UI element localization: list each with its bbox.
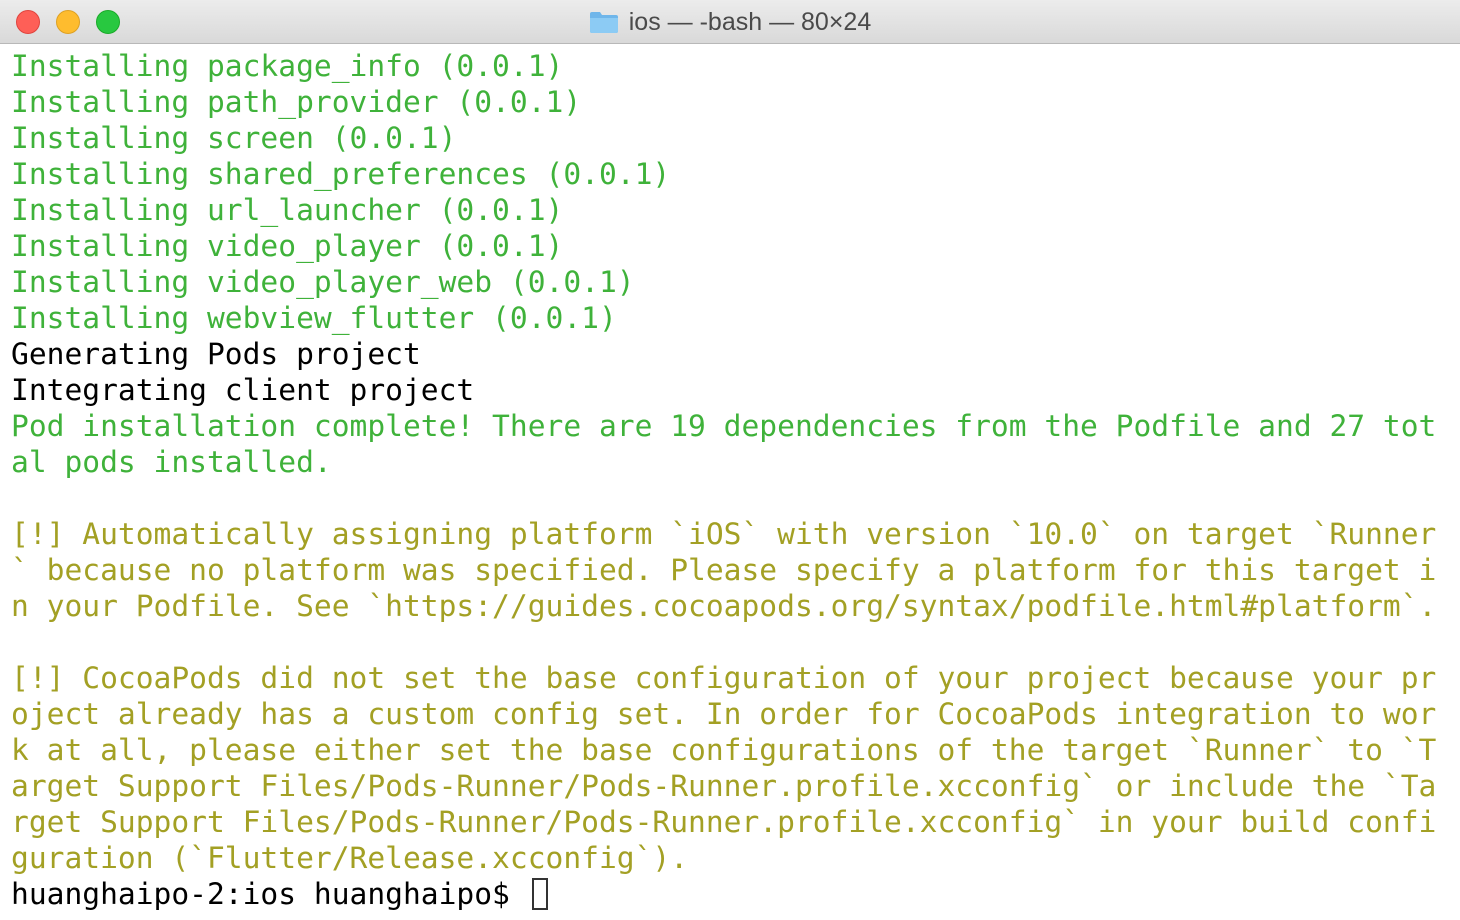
terminal-line: guration (`Flutter/Release.xcconfig`). (11, 841, 689, 875)
terminal-line: k at all, please either set the base con… (11, 733, 1437, 767)
window-title-area: ios — -bash — 80×24 (0, 0, 1460, 44)
terminal-line: Installing screen (0.0.1) (11, 121, 457, 155)
terminal-line: Installing video_player_web (0.0.1) (11, 265, 635, 299)
terminal-line: oject already has a custom config set. I… (11, 697, 1437, 731)
title-bar[interactable]: ios — -bash — 80×24 (0, 0, 1460, 44)
terminal-line: [!] CocoaPods did not set the base confi… (11, 661, 1437, 695)
terminal-line: arget Support Files/Pods-Runner/Pods-Run… (11, 769, 1437, 803)
terminal-window: ios — -bash — 80×24 Installing package_i… (0, 0, 1460, 920)
terminal-line: Pod installation complete! There are 19 … (11, 409, 1437, 443)
folder-icon (589, 10, 619, 34)
terminal-line: Installing shared_preferences (0.0.1) (11, 157, 671, 191)
terminal-line: Installing webview_flutter (0.0.1) (11, 301, 617, 335)
terminal-line: n your Podfile. See `https://guides.coco… (11, 589, 1437, 623)
prompt-line[interactable]: huanghaipo-2:ios huanghaipo$ (11, 876, 1451, 912)
terminal-line: al pods installed. (11, 445, 332, 479)
terminal-line: rget Support Files/Pods-Runner/Pods-Runn… (11, 805, 1437, 839)
terminal-output[interactable]: Installing package_info (0.0.1) Installin… (11, 48, 1451, 912)
terminal-line: [!] Automatically assigning platform `iO… (11, 517, 1437, 551)
terminal-line: Generating Pods project (11, 337, 421, 371)
text-cursor (531, 878, 548, 910)
terminal-line: Installing video_player (0.0.1) (11, 229, 564, 263)
terminal-line: Installing path_provider (0.0.1) (11, 85, 582, 119)
window-title: ios — -bash — 80×24 (628, 7, 872, 36)
terminal-line: ` because no platform was specified. Ple… (11, 553, 1437, 587)
terminal-line: Installing package_info (0.0.1) (11, 49, 564, 83)
shell-prompt: huanghaipo-2:ios huanghaipo$ (11, 877, 528, 911)
terminal-line: Integrating client project (11, 373, 475, 407)
terminal-line: Installing url_launcher (0.0.1) (11, 193, 564, 227)
